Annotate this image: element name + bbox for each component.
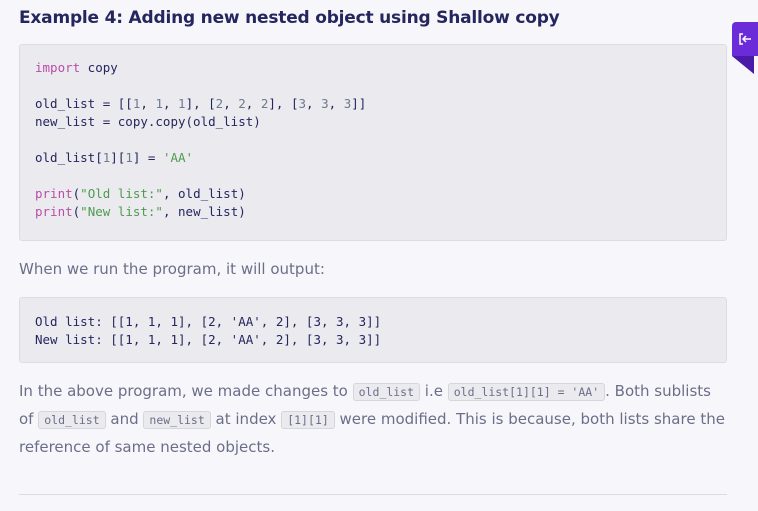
code-block: import copy old_list = [[1, 1, 1], [2, 2…	[19, 44, 727, 241]
code-number: 1	[125, 150, 133, 165]
code-string: "Old list:"	[80, 186, 163, 201]
code-token: old_list[	[35, 150, 103, 165]
side-tab-button[interactable]	[732, 22, 758, 56]
code-string: 'AA'	[162, 150, 194, 165]
inline-code: old_list	[38, 411, 106, 429]
explain-text: at index	[210, 410, 282, 428]
code-function: print	[35, 186, 73, 201]
section-divider	[19, 494, 727, 495]
code-token: ] =	[132, 150, 163, 165]
output-block: Old list: [[1, 1, 1], [2, 'AA', 2], [3, …	[19, 297, 727, 363]
code-function: print	[35, 204, 73, 219]
inline-code: old_list	[352, 383, 421, 401]
side-tab-fold	[732, 56, 754, 74]
code-number: 2	[238, 96, 246, 111]
explanation-paragraph: In the above program, we made changes to…	[19, 378, 729, 461]
output-line: New list: [[1, 1, 1], [2, 'AA', 2], [3, …	[35, 332, 382, 347]
inline-code: old_list[1][1] = 'AA'	[447, 383, 606, 401]
code-token: old_list = [[	[35, 96, 133, 111]
explain-text: i.e	[420, 382, 448, 400]
explain-text: and	[105, 410, 144, 428]
code-token: copy	[80, 60, 118, 75]
run-text: When we run the program, it will output:	[19, 260, 325, 278]
code-number: 2	[215, 96, 224, 111]
code-number: 3	[321, 96, 329, 111]
output-text: Old list: [[1, 1, 1], [2, 'AA', 2], [3, …	[35, 313, 726, 349]
code-token: , new_list)	[162, 204, 246, 219]
code-number: 3	[343, 96, 352, 111]
code-token: , old_list)	[162, 186, 246, 201]
code-number: 1	[102, 150, 111, 165]
explain-text: In the above program, we made changes to	[19, 382, 353, 400]
inline-code: new_list	[143, 411, 211, 429]
code-number: 3	[298, 96, 307, 111]
code-string: "New list:"	[80, 204, 163, 219]
code-token: new_list = copy.copy(old_list)	[35, 114, 261, 129]
output-line: Old list: [[1, 1, 1], [2, 'AA', 2], [3, …	[35, 314, 382, 329]
code-number: 1	[132, 96, 141, 111]
exit-arrow-icon	[738, 32, 752, 46]
inline-code: [1][1]	[281, 411, 335, 429]
code-keyword: import	[35, 60, 81, 75]
page-title: Example 4: Adding new nested object usin…	[19, 8, 560, 28]
code-text: import copy old_list = [[1, 1, 1], [2, 2…	[35, 60, 367, 219]
code-number: 2	[260, 96, 269, 111]
code-number: 1	[178, 96, 186, 111]
code-number: 1	[155, 96, 163, 111]
